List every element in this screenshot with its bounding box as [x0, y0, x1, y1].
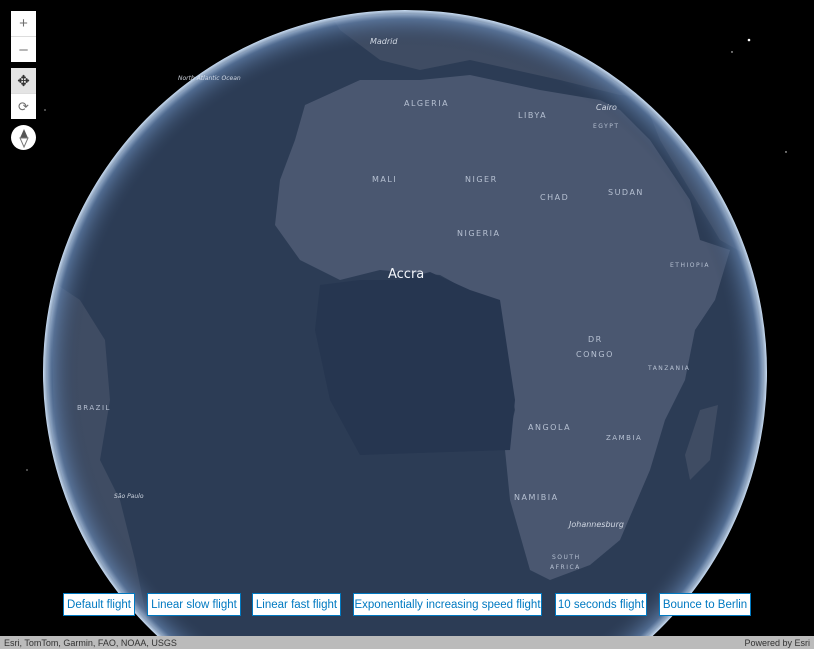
label-sudan: SUDAN	[608, 188, 644, 197]
minus-icon: –	[19, 41, 28, 58]
linear-fast-flight-button[interactable]: Linear fast flight	[252, 593, 341, 616]
label-madrid: Madrid	[370, 37, 398, 46]
label-congo: CONGO	[576, 350, 614, 359]
label-sao-paulo: São Paulo	[114, 493, 144, 500]
zoom-out-button[interactable]: –	[11, 36, 36, 62]
label-zambia: ZAMBIA	[606, 434, 643, 442]
rotate-button[interactable]: ⟳	[11, 93, 36, 119]
exponential-flight-button[interactable]: Exponentially increasing speed flight	[353, 593, 542, 616]
label-libya: LIBYA	[518, 111, 548, 120]
zoom-controls: + –	[11, 11, 36, 62]
label-chad: CHAD	[540, 193, 570, 202]
label-cairo: Cairo	[596, 103, 617, 112]
label-niger: NIGER	[465, 175, 498, 184]
navigation-toggle: ✥ ⟳	[11, 68, 36, 119]
label-nigeria: NIGERIA	[457, 229, 501, 238]
linear-slow-flight-button[interactable]: Linear slow flight	[147, 593, 241, 616]
label-mali: MALI	[372, 175, 398, 184]
label-south: SOUTH	[552, 554, 581, 561]
label-algeria: ALGERIA	[404, 99, 450, 108]
attribution-bar: Esri, TomTom, Garmin, FAO, NOAA, USGS Po…	[0, 636, 814, 649]
powered-by-esri[interactable]: Powered by Esri	[744, 638, 810, 648]
label-johannesburg: Johannesburg	[569, 520, 624, 529]
bounce-to-berlin-button[interactable]: Bounce to Berlin	[659, 593, 751, 616]
rotate-icon: ⟳	[18, 98, 29, 114]
label-ethiopia: ETHIOPIA	[670, 262, 710, 269]
attribution-sources[interactable]: Esri, TomTom, Garmin, FAO, NOAA, USGS	[4, 638, 177, 648]
map-view[interactable]: North Atlantic Ocean Madrid ALGERIA LIBY…	[0, 0, 814, 636]
default-flight-button[interactable]: Default flight	[63, 593, 135, 616]
label-tanzania: TANZANIA	[648, 365, 691, 372]
compass-button[interactable]	[11, 125, 36, 150]
label-namibia: NAMIBIA	[514, 493, 559, 502]
plus-icon: +	[19, 15, 28, 32]
label-north-atlantic: North Atlantic Ocean	[178, 75, 241, 82]
compass-icon	[18, 128, 29, 148]
pan-button[interactable]: ✥	[11, 68, 36, 93]
ten-seconds-flight-button[interactable]: 10 seconds flight	[555, 593, 647, 616]
label-accra: Accra	[388, 267, 425, 282]
label-brazil: BRAZIL	[77, 404, 111, 412]
globe[interactable]	[0, 0, 814, 636]
label-africa: AFRICA	[550, 564, 581, 571]
label-dr: DR	[588, 335, 603, 344]
move-arrows-icon: ✥	[17, 72, 30, 90]
label-egypt: EGYPT	[593, 123, 620, 130]
label-angola: ANGOLA	[528, 423, 572, 432]
zoom-in-button[interactable]: +	[11, 11, 36, 36]
